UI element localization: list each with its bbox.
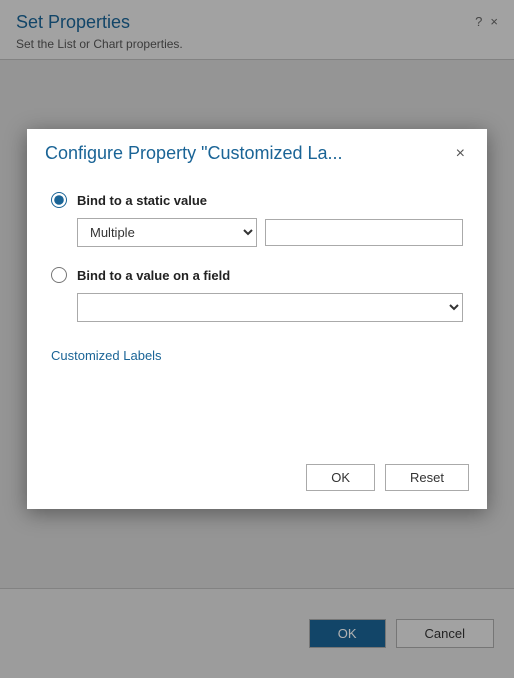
modal-title: Configure Property "Customized La...: [45, 143, 343, 164]
field-value-controls: [77, 293, 463, 322]
field-select[interactable]: [77, 293, 463, 322]
configure-property-modal: Configure Property "Customized La... × B…: [27, 129, 487, 509]
modal-overlay: Configure Property "Customized La... × B…: [0, 0, 514, 678]
modal-header: Configure Property "Customized La... ×: [27, 129, 487, 174]
field-value-radio-row: Bind to a value on a field: [51, 267, 463, 283]
modal-footer: OK Reset: [27, 452, 487, 509]
static-value-radio[interactable]: [51, 192, 67, 208]
static-value-label: Bind to a static value: [77, 193, 207, 208]
static-value-radio-row: Bind to a static value: [51, 192, 463, 208]
field-value-section: Bind to a value on a field: [51, 267, 463, 322]
reset-button[interactable]: Reset: [385, 464, 469, 491]
field-value-label: Bind to a value on a field: [77, 268, 230, 283]
ok-button[interactable]: OK: [306, 464, 375, 491]
modal-close-button[interactable]: ×: [452, 144, 469, 164]
multiple-select[interactable]: Multiple Single None: [77, 218, 257, 247]
modal-body: Bind to a static value Multiple Single N…: [27, 174, 487, 452]
static-value-section: Bind to a static value Multiple Single N…: [51, 192, 463, 247]
field-value-radio[interactable]: [51, 267, 67, 283]
static-value-text-input[interactable]: [265, 219, 463, 246]
customized-labels-link[interactable]: Customized Labels: [51, 348, 162, 363]
static-value-controls: Multiple Single None: [77, 218, 463, 247]
